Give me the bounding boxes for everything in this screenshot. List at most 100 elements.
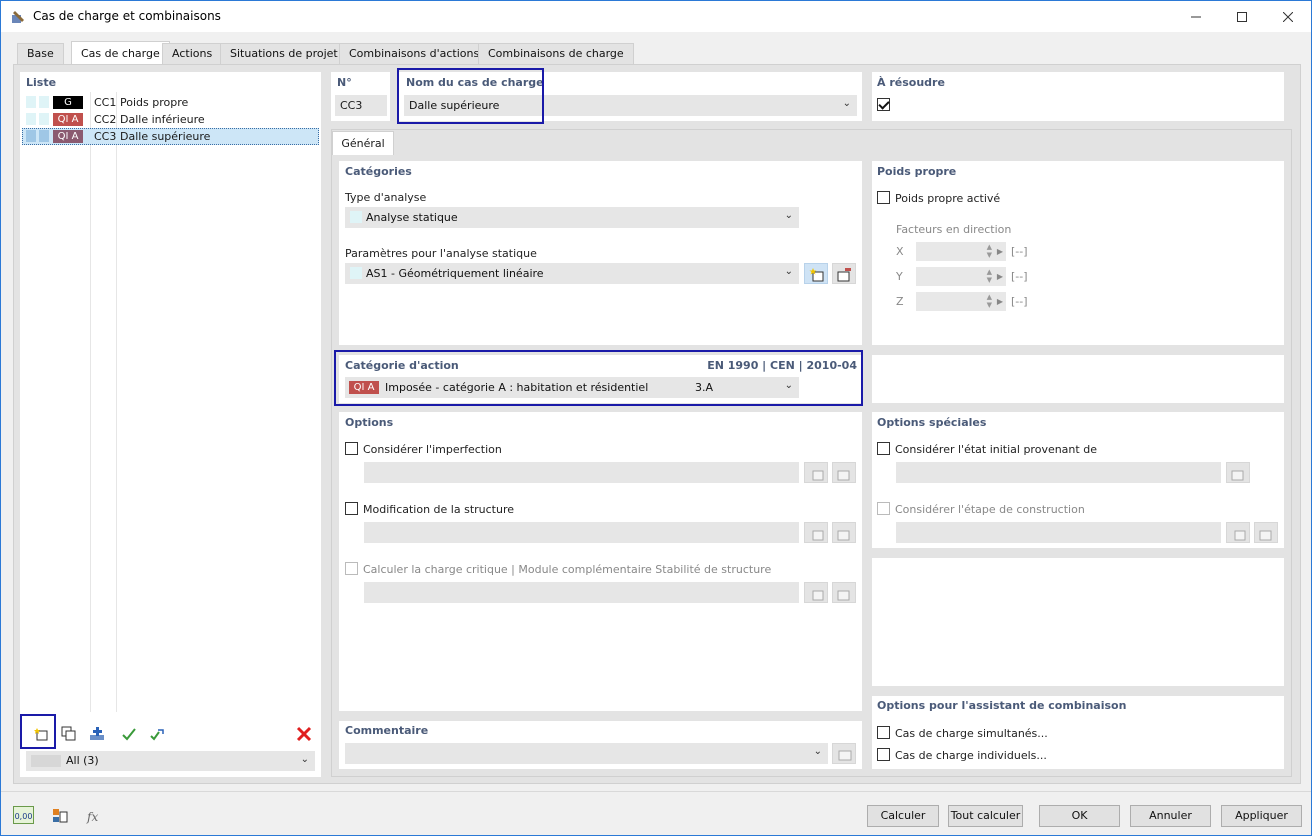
number-label: N° bbox=[337, 76, 352, 89]
initial-state-label: Considérer l'état initial provenant de bbox=[895, 443, 1097, 456]
calculate-button[interactable]: Calculer bbox=[867, 805, 939, 827]
delete-icon bbox=[296, 726, 312, 742]
list-item-name: Poids propre bbox=[120, 96, 189, 109]
list-filter-select[interactable]: All (3) ⌄ bbox=[26, 751, 315, 771]
apply-button[interactable]: Appliquer bbox=[1221, 805, 1302, 827]
tab-load-combinations[interactable]: Combinaisons de charge bbox=[478, 43, 634, 64]
renumber-button[interactable] bbox=[144, 722, 168, 743]
list-item-swatch bbox=[26, 96, 36, 108]
factors-label: Facteurs en direction bbox=[896, 223, 1012, 236]
solve-label: À résoudre bbox=[877, 76, 945, 89]
new-critical-button[interactable] bbox=[804, 582, 828, 603]
params-label: Paramètres pour l'analyse statique bbox=[345, 247, 537, 260]
edit-modification-button[interactable] bbox=[832, 522, 856, 543]
factor-z-input[interactable]: ▲ ▼ ▶ bbox=[916, 292, 1006, 311]
list-item[interactable]: G CC1 Poids propre bbox=[22, 94, 319, 111]
minimize-button[interactable] bbox=[1173, 1, 1219, 32]
formula-button[interactable]: fx bbox=[81, 804, 105, 825]
factor-y-label: Y bbox=[896, 270, 903, 283]
comment-library-button[interactable] bbox=[832, 743, 856, 764]
dialog-window: Cas de charge et combinaisons Base Cas d… bbox=[0, 0, 1312, 836]
copy-button[interactable] bbox=[56, 722, 80, 743]
factor-z-unit: [--] bbox=[1011, 295, 1028, 308]
calculate-all-button[interactable]: Tout calculer bbox=[948, 805, 1023, 827]
close-button[interactable] bbox=[1265, 1, 1311, 32]
name-highlight bbox=[397, 68, 544, 124]
list-item-badge: G bbox=[53, 96, 83, 109]
edit-initial-state-button[interactable] bbox=[1226, 462, 1250, 483]
analysis-type-label: Type d'analyse bbox=[345, 191, 427, 204]
edit-construction-stage-button[interactable] bbox=[1254, 522, 1278, 543]
simultaneous-checkbox[interactable] bbox=[877, 726, 890, 739]
add-multiple-button[interactable] bbox=[84, 722, 108, 743]
critical-load-checkbox[interactable] bbox=[345, 562, 358, 575]
factor-y-input[interactable]: ▲ ▼ ▶ bbox=[916, 267, 1006, 286]
ok-button[interactable]: OK bbox=[1039, 805, 1120, 827]
check-all-button[interactable] bbox=[116, 722, 140, 743]
units-icon: 0,00 bbox=[13, 806, 34, 824]
factor-x-input[interactable]: ▲ ▼ ▶ bbox=[916, 242, 1006, 261]
new-modification-button[interactable] bbox=[804, 522, 828, 543]
new-params-button[interactable] bbox=[804, 263, 828, 284]
copy-icon bbox=[61, 726, 76, 741]
modification-checkbox[interactable] bbox=[345, 502, 358, 515]
edit-critical-button[interactable] bbox=[832, 582, 856, 603]
construction-stage-checkbox[interactable] bbox=[877, 502, 890, 515]
critical-load-field[interactable] bbox=[364, 582, 799, 603]
action-category-highlight bbox=[334, 350, 863, 406]
solve-checkbox[interactable] bbox=[877, 98, 890, 111]
initial-state-checkbox[interactable] bbox=[877, 442, 890, 455]
new-item-icon bbox=[1234, 530, 1246, 541]
list-item[interactable]: QI A CC2 Dalle inférieure bbox=[22, 111, 319, 128]
edit-params-button[interactable] bbox=[832, 263, 856, 284]
categories-title: Catégories bbox=[345, 165, 412, 178]
params-swatch bbox=[350, 267, 362, 279]
cancel-button[interactable]: Annuler bbox=[1130, 805, 1211, 827]
tab-actions[interactable]: Actions bbox=[162, 43, 223, 64]
units-button[interactable]: 0,00 bbox=[11, 804, 35, 825]
critical-load-label: Calculer la charge critique | Module com… bbox=[363, 563, 772, 576]
imperfection-field[interactable] bbox=[364, 462, 799, 483]
imperfection-checkbox[interactable] bbox=[345, 442, 358, 455]
comment-title: Commentaire bbox=[345, 724, 429, 737]
edit-icon bbox=[837, 268, 851, 282]
number-field[interactable]: CC3 bbox=[335, 95, 387, 116]
list-item-selected[interactable]: QI A CC3 Dalle supérieure bbox=[22, 128, 319, 145]
new-construction-stage-button[interactable] bbox=[1226, 522, 1250, 543]
params-select[interactable]: AS1 - Géométriquement linéaire ⌄ bbox=[345, 263, 799, 284]
initial-state-field[interactable] bbox=[896, 462, 1221, 483]
chevron-down-icon: ⌄ bbox=[300, 754, 309, 765]
display-options-button[interactable] bbox=[47, 804, 71, 825]
footer-divider bbox=[1, 791, 1311, 792]
edit-imperfection-button[interactable] bbox=[832, 462, 856, 483]
empty-panel bbox=[872, 558, 1284, 686]
maximize-icon bbox=[1237, 11, 1247, 22]
number-value: CC3 bbox=[340, 99, 363, 112]
construction-stage-label: Considérer l'étape de construction bbox=[895, 503, 1085, 516]
subtab-general[interactable]: Général bbox=[332, 131, 394, 155]
list-panel: Liste G CC1 Poids propre QI A CC2 Dalle … bbox=[20, 72, 321, 777]
new-imperfection-button[interactable] bbox=[804, 462, 828, 483]
list-item-swatch bbox=[39, 113, 49, 125]
tab-base[interactable]: Base bbox=[17, 43, 64, 64]
comment-input[interactable]: ⌄ bbox=[345, 743, 828, 764]
self-weight-panel: Poids propre Poids propre activé Facteur… bbox=[872, 161, 1284, 345]
solve-panel: À résoudre bbox=[872, 72, 1284, 121]
delete-button[interactable] bbox=[291, 722, 315, 743]
tab-action-combinations[interactable]: Combinaisons d'actions bbox=[339, 43, 490, 64]
analysis-type-select[interactable]: Analyse statique ⌄ bbox=[345, 207, 799, 228]
maximize-button[interactable] bbox=[1219, 1, 1265, 32]
self-weight-label: Poids propre activé bbox=[895, 192, 1001, 205]
construction-stage-field[interactable] bbox=[896, 522, 1221, 543]
list-item-name: Dalle inférieure bbox=[120, 113, 205, 126]
list-item-badge: QI A bbox=[53, 130, 83, 143]
list-item-swatch bbox=[26, 113, 36, 125]
tab-design-situations[interactable]: Situations de projet bbox=[220, 43, 348, 64]
individual-checkbox[interactable] bbox=[877, 748, 890, 761]
modification-field[interactable] bbox=[364, 522, 799, 543]
edit-icon bbox=[837, 470, 850, 481]
categories-panel: Catégories Type d'analyse Analyse statiq… bbox=[339, 161, 862, 345]
self-weight-checkbox[interactable] bbox=[877, 191, 890, 204]
library-icon bbox=[838, 750, 852, 761]
tab-load-cases[interactable]: Cas de charge bbox=[71, 41, 170, 64]
